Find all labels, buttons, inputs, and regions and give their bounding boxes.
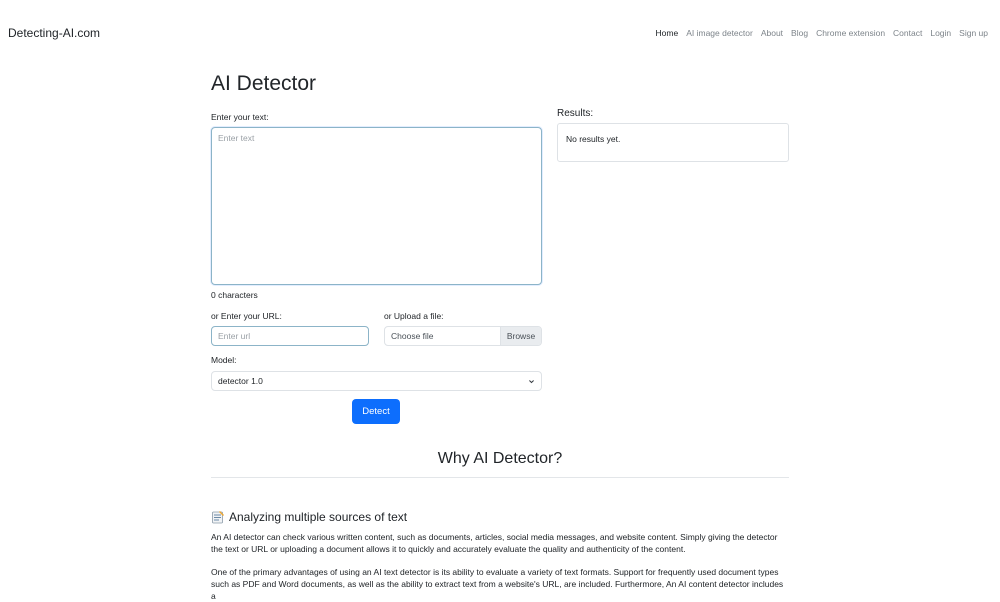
nav-link-ai-image-detector[interactable]: AI image detector <box>686 28 753 38</box>
file-label: or Upload a file: <box>384 311 444 321</box>
text-input[interactable] <box>211 127 542 285</box>
nav-links: Home AI image detector About Blog Chrome… <box>656 28 988 38</box>
nav-link-sign-up[interactable]: Sign up <box>959 28 988 38</box>
model-select[interactable]: detector 1.0 <box>211 371 542 391</box>
memo-icon <box>212 511 224 524</box>
results-box: No results yet. <box>557 123 789 162</box>
nav-link-contact[interactable]: Contact <box>893 28 922 38</box>
nav-link-about[interactable]: About <box>761 28 783 38</box>
chevron-down-icon <box>529 379 534 383</box>
nav-link-blog[interactable]: Blog <box>791 28 808 38</box>
url-label: or Enter your URL: <box>211 311 282 321</box>
results-title: Results: <box>557 108 594 119</box>
char-count: 0 characters <box>211 290 258 300</box>
results-empty-text: No results yet. <box>566 134 621 144</box>
text-label: Enter your text: <box>211 112 269 122</box>
section-heading-text: Analyzing multiple sources of text <box>229 510 408 524</box>
navbar: Detecting-AI.com Home AI image detector … <box>0 0 1000 66</box>
divider <box>211 477 789 478</box>
url-input[interactable] <box>211 326 369 346</box>
nav-link-login[interactable]: Login <box>930 28 951 38</box>
why-title: Why AI Detector? <box>437 450 563 467</box>
model-label: Model: <box>211 355 237 365</box>
section-heading: Analyzing multiple sources of text <box>211 510 407 524</box>
browse-button[interactable]: Browse <box>500 327 541 345</box>
nav-link-home[interactable]: Home <box>656 28 679 38</box>
paragraph-1: An AI detector can check various written… <box>211 532 778 554</box>
file-upload[interactable]: Choose file Browse <box>384 326 542 346</box>
model-selected-value: detector 1.0 <box>218 376 263 386</box>
paragraph-2: One of the primary advantages of using a… <box>211 567 784 601</box>
brand-link[interactable]: Detecting-AI.com <box>8 26 100 40</box>
detect-button[interactable]: Detect <box>352 399 400 424</box>
page-title: AI Detector <box>211 72 317 95</box>
nav-link-chrome-extension[interactable]: Chrome extension <box>816 28 885 38</box>
file-choose-text[interactable]: Choose file <box>385 327 500 345</box>
